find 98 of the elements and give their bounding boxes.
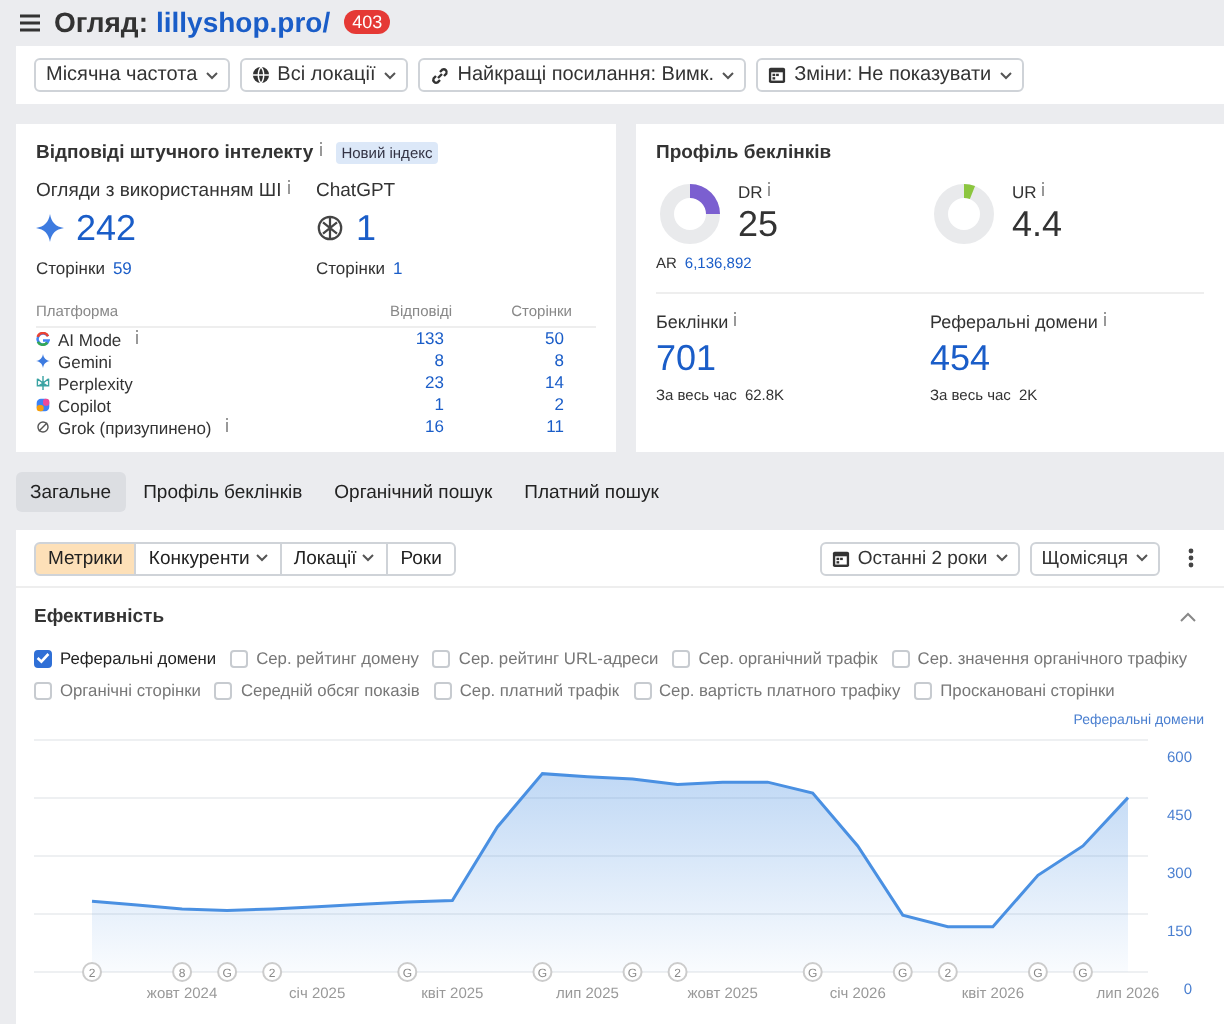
info-icon: [317, 142, 324, 156]
copilot-icon: [36, 398, 50, 412]
caret-icon: [383, 71, 396, 79]
checkbox[interactable]: [914, 681, 933, 699]
filter-dropdown[interactable]: Найкращі посилання: Вимк.: [417, 58, 747, 92]
section-tab[interactable]: Платний пошук: [510, 472, 673, 512]
answers-count[interactable]: 1: [348, 394, 444, 416]
menu-icon[interactable]: [20, 13, 40, 31]
domain-link[interactable]: lillyshop.pro/: [155, 6, 331, 38]
checkbox-label: Сер. рейтинг домену: [256, 648, 419, 668]
caret-icon: [255, 554, 268, 562]
stat-value[interactable]: 701: [656, 336, 930, 380]
checkbox[interactable]: [891, 649, 910, 667]
link-icon: [429, 65, 450, 85]
view-segment[interactable]: Роки: [386, 541, 456, 575]
checkbox[interactable]: [433, 681, 452, 699]
checkbox[interactable]: [432, 649, 451, 667]
check-icon: [36, 652, 50, 664]
rating-value: 25: [738, 202, 779, 246]
checkbox-label: Сер. значення органічного трафіку: [917, 648, 1188, 668]
caret-icon: [999, 71, 1012, 79]
calendar-icon: [831, 549, 850, 567]
pages-count[interactable]: 8: [444, 350, 564, 372]
platform-name: Gemini: [58, 351, 112, 371]
filter-dropdown[interactable]: Всі локації: [239, 58, 408, 92]
view-segment[interactable]: Конкуренти: [134, 541, 282, 575]
stat-label: Реферальні домени: [930, 312, 1098, 332]
checkbox[interactable]: [672, 649, 691, 667]
info-icon: [766, 182, 773, 196]
info-icon: [1101, 312, 1108, 326]
collapse-icon[interactable]: [1180, 612, 1196, 622]
checkbox[interactable]: [230, 649, 249, 667]
view-segment[interactable]: Метрики: [34, 541, 137, 575]
caret-icon: [362, 554, 375, 562]
checkbox-label: Реферальні домени: [60, 648, 217, 668]
checkbox-label: Середній обсяг показів: [240, 680, 420, 700]
caret-icon: [1136, 554, 1148, 562]
checkbox[interactable]: [214, 681, 233, 699]
grok-icon: [36, 420, 50, 434]
checkbox-label: Сер. органічний трафік: [698, 648, 878, 668]
section-tab[interactable]: Органічний пошук: [320, 472, 507, 512]
card-title: Профіль беклінків: [656, 142, 834, 164]
card-title: Відповіді штучного інтелекту: [36, 142, 314, 164]
checkbox-label: Сер. платний трафік: [459, 680, 619, 700]
pages-count[interactable]: 14: [444, 372, 564, 394]
platform-name: Grok (призупинено): [58, 417, 212, 437]
metric-value: 242: [76, 206, 137, 250]
rating-label: UR: [1012, 182, 1037, 202]
checkbox[interactable]: [34, 681, 52, 699]
checkbox[interactable]: [633, 681, 651, 699]
more-icon[interactable]: [1188, 548, 1194, 568]
filter-dropdown[interactable]: Зміни: Не показувати: [756, 58, 1024, 92]
status-badge: 403: [344, 10, 391, 34]
section-tab[interactable]: Загальне: [16, 472, 126, 512]
checkbox[interactable]: [34, 649, 52, 667]
platform-name: AI Mode: [58, 329, 122, 349]
period-dropdown[interactable]: Останні 2 роки: [819, 541, 1020, 575]
answers-count[interactable]: 23: [348, 372, 444, 394]
calendar-icon: [768, 66, 787, 84]
checkbox-label: Сер. рейтинг URL-адреси: [458, 648, 659, 668]
section-tab[interactable]: Профіль беклінків: [129, 472, 317, 512]
stat-value[interactable]: 454: [930, 336, 1204, 380]
stat-label: Беклінки: [656, 312, 729, 332]
info-icon: [732, 312, 739, 326]
pages-value[interactable]: 59: [112, 258, 132, 278]
rating-value: 4.4: [1012, 202, 1063, 246]
pages-label: Сторінки: [316, 258, 385, 278]
metric-label: Огляди з використанням ШІ: [36, 180, 282, 202]
sparkle-icon: [36, 354, 50, 368]
info-icon: [1040, 182, 1047, 196]
answers-count[interactable]: 133: [348, 328, 444, 350]
filter-dropdown[interactable]: Місячна частота: [34, 58, 230, 92]
rating-label: DR: [738, 182, 763, 202]
checkbox-label: Сер. вартість платного трафіку: [659, 680, 901, 700]
view-segment[interactable]: Локації: [279, 541, 389, 575]
caret-icon: [722, 71, 735, 79]
metric-value: 1: [356, 206, 377, 250]
google-icon: [36, 332, 50, 346]
caret-icon: [205, 71, 218, 79]
pages-value[interactable]: 1: [392, 258, 403, 278]
metric-label: ChatGPT: [316, 180, 396, 202]
pages-count[interactable]: 50: [444, 328, 564, 350]
answers-count[interactable]: 8: [348, 350, 444, 372]
globe-icon: [251, 66, 270, 84]
page-title: Огляд:: [54, 6, 148, 38]
pages-count[interactable]: 11: [444, 416, 564, 438]
sparkle-icon: [36, 214, 64, 242]
pages-label: Сторінки: [36, 258, 105, 278]
pages-count[interactable]: 2: [444, 394, 564, 416]
perplexity-icon: [36, 376, 50, 390]
interval-dropdown[interactable]: Щомісяця: [1029, 541, 1160, 575]
answers-count[interactable]: 16: [348, 416, 444, 438]
platform-name: Copilot: [58, 395, 111, 415]
platform-name: Perplexity: [58, 373, 133, 393]
caret-icon: [995, 554, 1008, 562]
section-title: Ефективність: [34, 606, 165, 628]
checkbox-label: Органічні сторінки: [60, 680, 201, 700]
checkbox-label: Просканованi сторінки: [940, 680, 1115, 700]
